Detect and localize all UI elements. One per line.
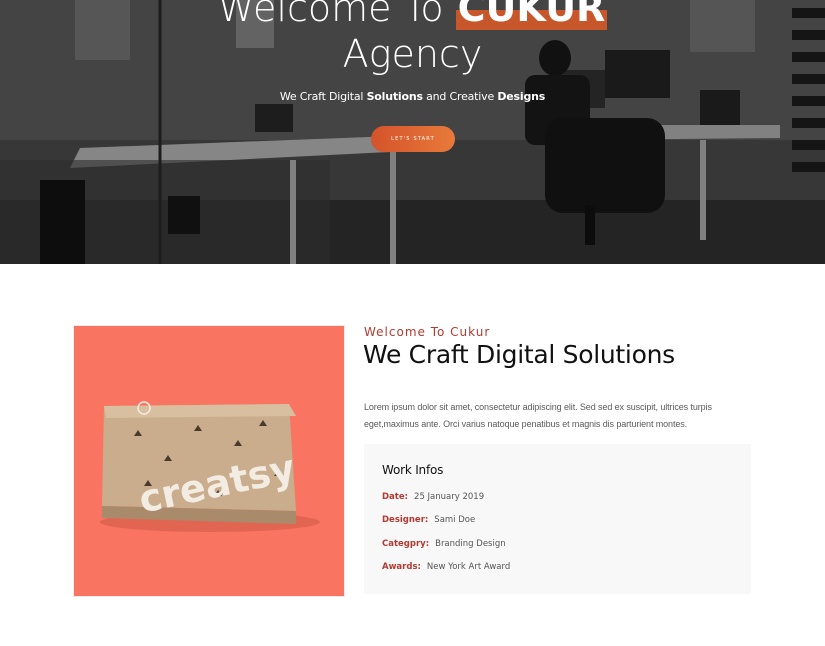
section-headline: We Craft Digital Solutions xyxy=(363,340,675,369)
info-label: Date: xyxy=(382,492,409,502)
hero-title-brand: CUKUR xyxy=(455,0,608,30)
project-image: creatsy xyxy=(73,325,345,597)
product-box-illustration: creatsy xyxy=(100,401,320,532)
info-row-awards: Awards: New York Art Award xyxy=(382,562,510,572)
work-infos-panel: Work Infos Date: 25 January 2019 Designer… xyxy=(364,444,751,594)
hero-title-line1: Welcome To CUKUR xyxy=(0,0,825,30)
info-value: 25 January 2019 xyxy=(414,492,485,502)
info-value: Sami Doe xyxy=(434,515,476,525)
work-infos-title: Work Infos xyxy=(382,463,444,477)
hero-subtitle: We Craft Digital Solutions and Creative … xyxy=(0,90,825,103)
section-eyebrow: Welcome To Cukur xyxy=(364,325,491,339)
lets-start-button[interactable]: LET'S START xyxy=(371,126,455,152)
info-label: Categpry: xyxy=(382,539,430,549)
hero-subtitle-part2: and Creative xyxy=(426,90,495,103)
info-value: New York Art Award xyxy=(426,562,511,572)
info-label: Designer: xyxy=(382,515,429,525)
hero-subtitle-bold1: Solutions xyxy=(366,90,423,103)
section-body-text: Lorem ipsum dolor sit amet, consectetur … xyxy=(364,402,712,429)
hero-title-prefix: Welcome To xyxy=(217,0,444,30)
info-label: Awards: xyxy=(382,562,421,572)
info-value: Branding Design xyxy=(435,539,506,549)
info-row-category: Categpry: Branding Design xyxy=(382,539,506,549)
info-row-date: Date: 25 January 2019 xyxy=(382,492,484,502)
hero-title-line2: Agency xyxy=(342,32,483,76)
hero-subtitle-bold2: Designs xyxy=(497,90,546,103)
hero-section: Welcome To CUKUR Agency We Craft Digital… xyxy=(0,0,825,264)
hero-subtitle-part1: We Craft Digital xyxy=(279,90,364,103)
info-row-designer: Designer: Sami Doe xyxy=(382,515,475,525)
